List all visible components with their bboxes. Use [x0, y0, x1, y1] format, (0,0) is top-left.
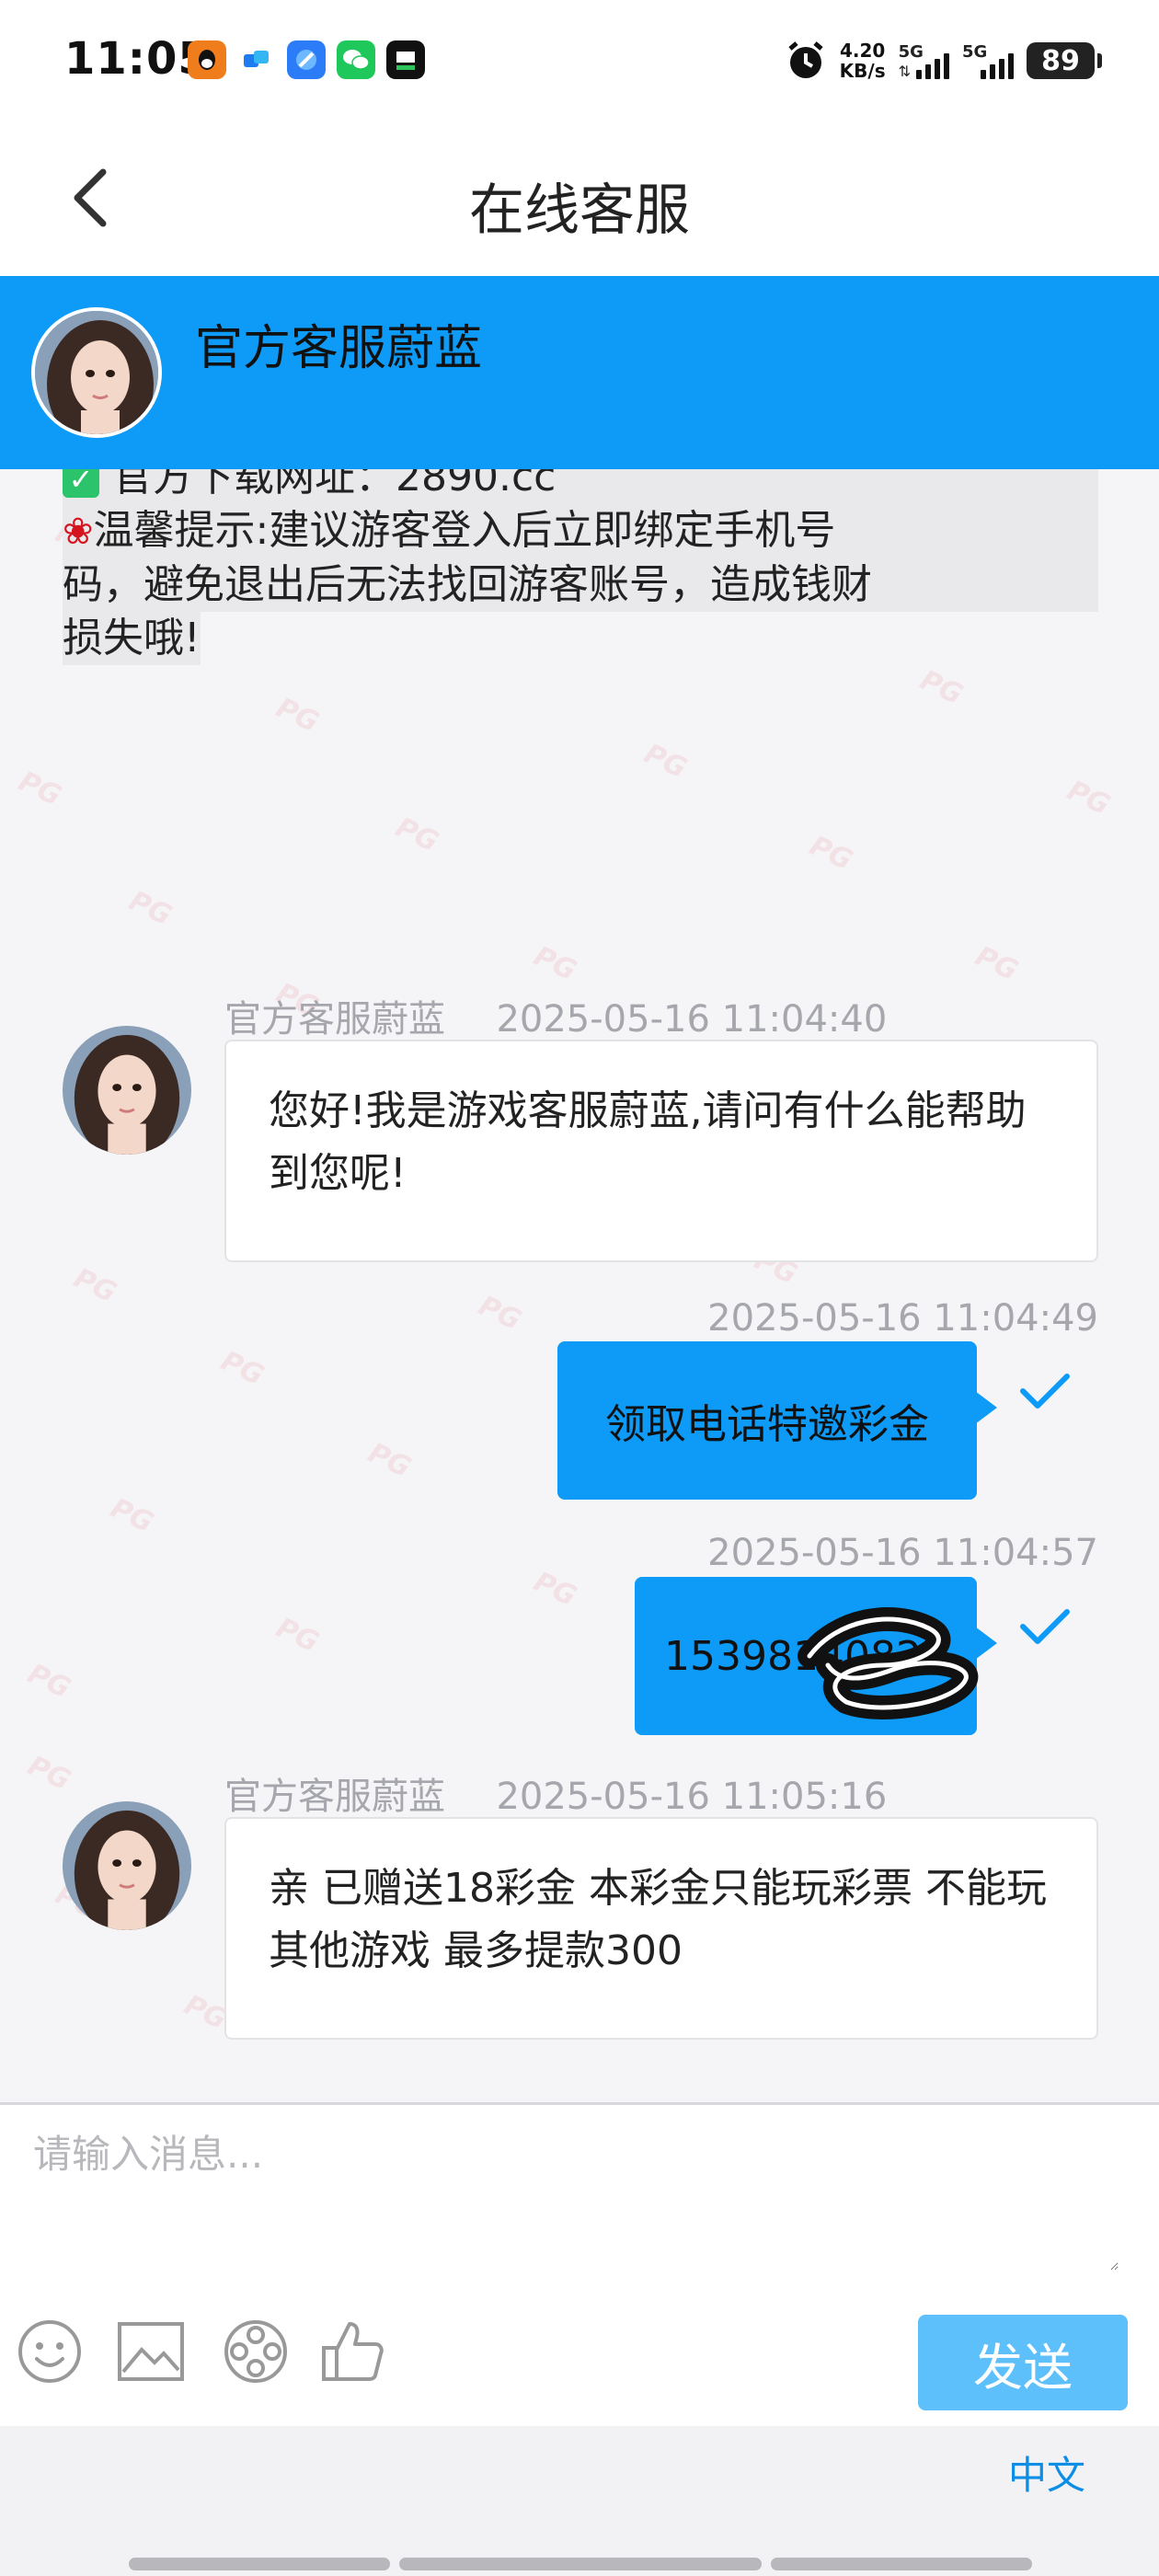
- message-meta: 官方客服蔚蓝 2025-05-16 11:05:16: [224, 1766, 887, 1820]
- qq-icon: [188, 40, 226, 79]
- notice-line: ✓ 官方下载网址：2890.cc: [63, 469, 1098, 504]
- redaction-scribble: [798, 1607, 979, 1719]
- language-switch[interactable]: 中文: [1008, 2444, 1085, 2501]
- avatar[interactable]: [63, 1026, 191, 1155]
- net-speed: 4.20 KB/s: [840, 40, 886, 81]
- image-icon[interactable]: [116, 2317, 186, 2386]
- notice-block: ✓ 官方下载网址：2890.cc ❀温馨提示:建议游客登入后立即绑定手机号 码，…: [63, 469, 1098, 665]
- notice-tip-line3: 损失哦!: [63, 615, 201, 661]
- nav-bar: 在线客服: [0, 120, 1159, 276]
- notice-line: ❀温馨提示:建议游客登入后立即绑定手机号: [63, 504, 1098, 558]
- agent-banner: 官方客服蔚蓝: [0, 276, 1159, 469]
- agent-avatar: [31, 307, 162, 438]
- gesture-bar: [399, 2558, 762, 2570]
- agent-name: 官方客服蔚蓝: [195, 321, 483, 376]
- page-title: 在线客服: [469, 178, 690, 243]
- signal-2-icon: 5G: [962, 42, 1014, 79]
- message-sender: 官方客服蔚蓝: [224, 1776, 445, 1818]
- notice-line: 损失哦!: [63, 612, 201, 665]
- notice-line: 码，避免退出后无法找回游客账号，造成钱财: [63, 558, 1098, 612]
- gesture-bar: [129, 2558, 390, 2570]
- message-input[interactable]: [33, 2123, 1119, 2271]
- wechat-icon: [337, 40, 375, 79]
- chat-area[interactable]: PG PG PG PG PG PG PG PG PG PG PG PG PG P…: [0, 469, 1159, 2102]
- message-bubble-incoming[interactable]: 您好!我是游戏客服蔚蓝,请问有什么能帮助到您呢!: [224, 1040, 1098, 1262]
- gesture-bar: [771, 2558, 1032, 2570]
- video-icon[interactable]: [221, 2317, 291, 2386]
- avatar[interactable]: [63, 1801, 191, 1930]
- signal-2-label: 5G: [962, 42, 988, 62]
- alarm-icon: [785, 40, 827, 82]
- status-bar: 11:05 4.20 KB/s 5G ⇅ 5G 89: [0, 0, 1159, 120]
- net-speed-unit: KB/s: [839, 60, 886, 82]
- check-mark-icon: ✓: [63, 469, 99, 498]
- net-speed-value: 4.20: [839, 40, 886, 62]
- battery-indicator: 89: [1027, 42, 1102, 79]
- send-button[interactable]: 发送: [918, 2315, 1128, 2410]
- message-time: 2025-05-16 11:05:16: [496, 1776, 888, 1818]
- composer: 发送: [0, 2102, 1159, 2426]
- message-time: 2025-05-16 11:04:57: [707, 1532, 1098, 1574]
- message-sender: 官方客服蔚蓝: [224, 998, 445, 1041]
- notice-download-url: 官方下载网址：2890.cc: [112, 469, 557, 500]
- rose-icon: ❀: [63, 511, 94, 553]
- message-bubble-outgoing[interactable]: 领取电话特邀彩金: [557, 1341, 997, 1500]
- thumbs-up-icon[interactable]: [318, 2317, 388, 2386]
- message-meta: 官方客服蔚蓝 2025-05-16 11:04:40: [224, 989, 887, 1042]
- emoji-icon[interactable]: [15, 2317, 85, 2386]
- browser-icon: [287, 40, 326, 79]
- signal-1-label: 5G: [898, 42, 924, 62]
- signal-1-icon: 5G ⇅: [899, 42, 949, 79]
- message-bubble-incoming[interactable]: 亲 已赠送18彩金 本彩金只能玩彩票 不能玩其他游戏 最多提款300: [224, 1817, 1098, 2040]
- bottom-area: 中文: [0, 2426, 1159, 2576]
- app-icon: [386, 40, 425, 79]
- notice-tip-line2: 码，避免退出后无法找回游客账号，造成钱财: [63, 561, 872, 608]
- notice-tip-line1: 温馨提示:建议游客登入后立即绑定手机号: [93, 507, 836, 554]
- read-check-icon: [1020, 1609, 1070, 1644]
- message-time: 2025-05-16 11:04:40: [496, 998, 888, 1041]
- read-check-icon: [1020, 1374, 1070, 1409]
- feishu-icon: [237, 40, 276, 79]
- message-time: 2025-05-16 11:04:49: [707, 1297, 1098, 1340]
